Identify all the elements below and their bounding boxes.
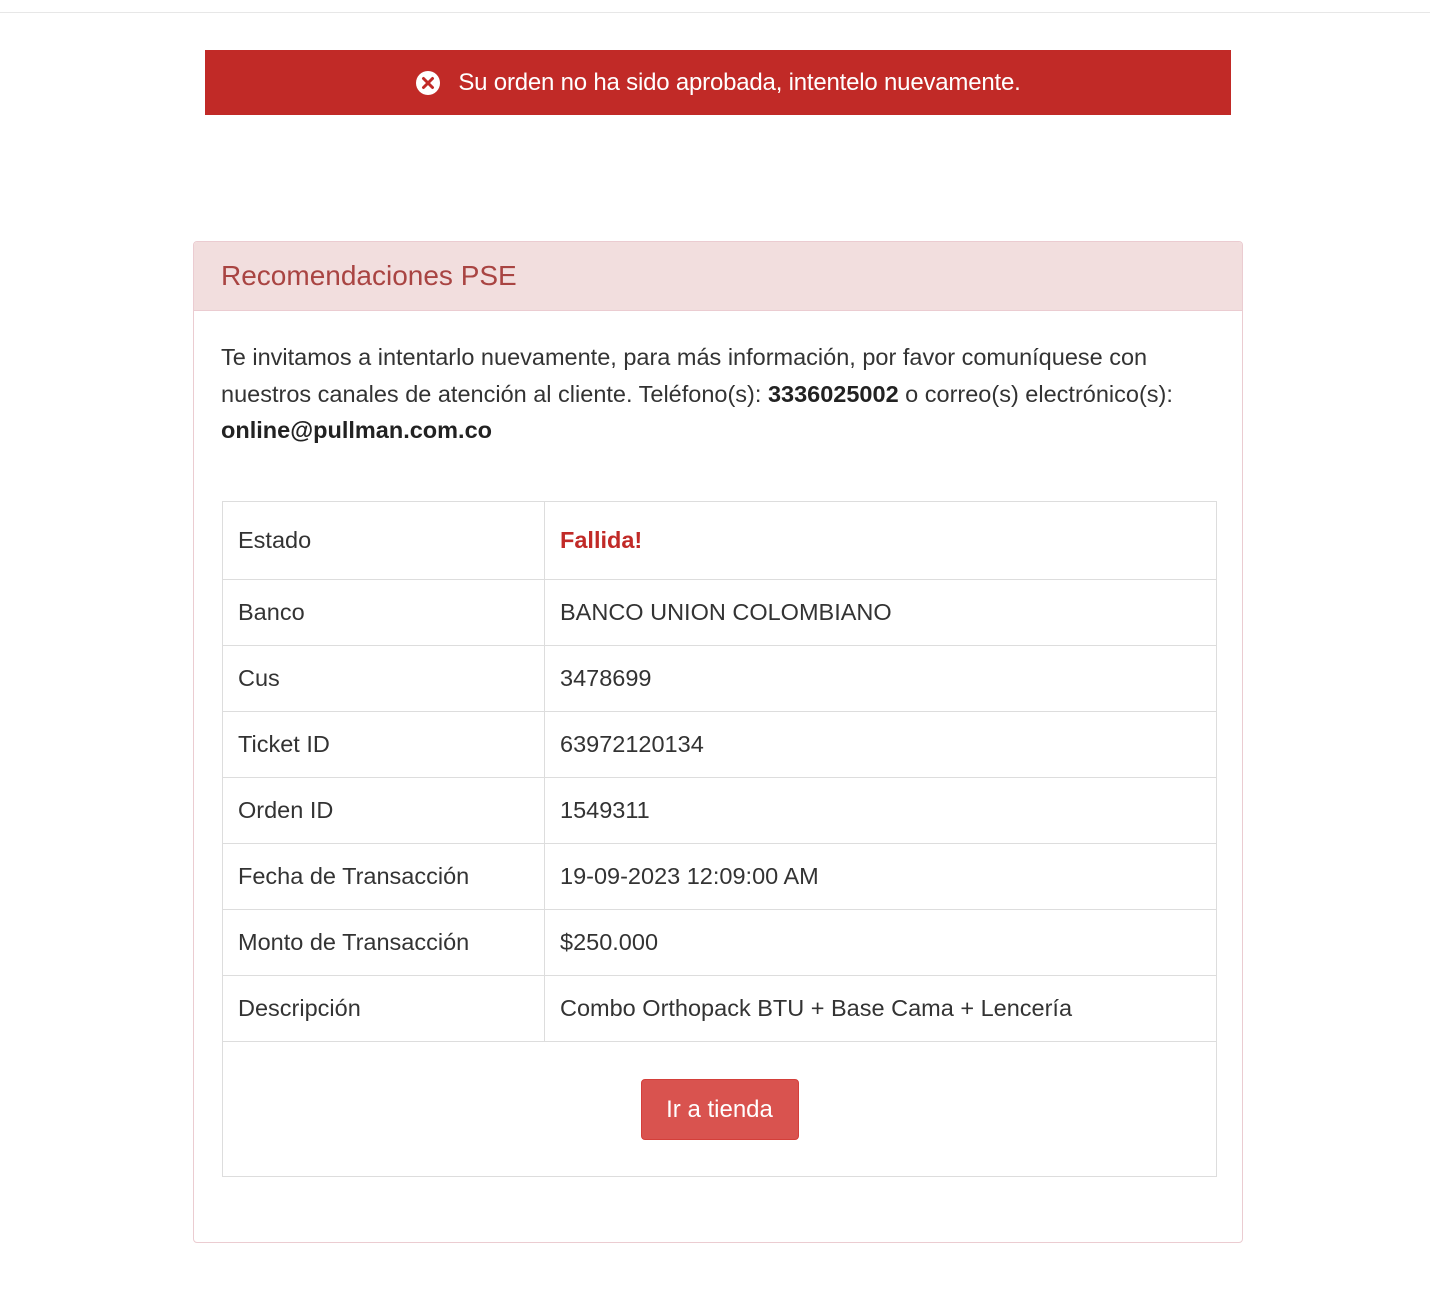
table-row: Orden ID 1549311 xyxy=(222,777,1217,844)
row-value: Combo Orthopack BTU + Base Cama + Lencer… xyxy=(544,975,1217,1042)
table-row: Monto de Transacción $250.000 xyxy=(222,909,1217,976)
table-row: Ticket ID 63972120134 xyxy=(222,711,1217,778)
transaction-details-table: Estado Fallida! Banco BANCO UNION COLOMB… xyxy=(222,501,1217,1177)
table-row: Estado Fallida! xyxy=(222,501,1217,580)
table-row: Cus 3478699 xyxy=(222,645,1217,712)
table-row: Descripción Combo Orthopack BTU + Base C… xyxy=(222,975,1217,1042)
panel-title: Recomendaciones PSE xyxy=(194,242,1242,311)
support-email: online@pullman.com.co xyxy=(221,417,492,443)
intro-mid-text: o correo(s) electrónico(s): xyxy=(898,380,1173,407)
row-label: Banco xyxy=(222,579,545,646)
intro-paragraph: Te invitamos a intentarlo nuevamente, pa… xyxy=(221,339,1221,449)
row-value: $250.000 xyxy=(544,909,1217,976)
top-divider xyxy=(0,12,1430,13)
status-value: Fallida! xyxy=(544,501,1217,580)
pse-recommendations-panel: Recomendaciones PSE Te invitamos a inten… xyxy=(193,241,1243,1243)
row-label: Estado xyxy=(222,501,545,580)
error-alert: Su orden no ha sido aprobada, intentelo … xyxy=(205,50,1231,115)
button-row: Ir a tienda xyxy=(222,1041,1217,1177)
panel-body: Te invitamos a intentarlo nuevamente, pa… xyxy=(194,311,1242,449)
row-value: 1549311 xyxy=(544,777,1217,844)
go-to-store-button[interactable]: Ir a tienda xyxy=(640,1078,799,1140)
row-value: BANCO UNION COLOMBIANO xyxy=(544,579,1217,646)
row-label: Monto de Transacción xyxy=(222,909,545,976)
alert-message: Su orden no ha sido aprobada, intentelo … xyxy=(458,68,1021,96)
row-label: Orden ID xyxy=(222,777,545,844)
row-label: Ticket ID xyxy=(222,711,545,778)
error-circle-icon xyxy=(415,70,441,96)
button-cell: Ir a tienda xyxy=(222,1041,1217,1177)
table-row: Banco BANCO UNION COLOMBIANO xyxy=(222,579,1217,646)
row-label: Fecha de Transacción xyxy=(222,843,545,910)
row-label: Cus xyxy=(222,645,545,712)
row-label: Descripción xyxy=(222,975,545,1042)
row-value: 63972120134 xyxy=(544,711,1217,778)
table-row: Fecha de Transacción 19-09-2023 12:09:00… xyxy=(222,843,1217,910)
row-value: 3478699 xyxy=(544,645,1217,712)
row-value: 19-09-2023 12:09:00 AM xyxy=(544,843,1217,910)
support-phone: 3336025002 xyxy=(767,380,899,407)
